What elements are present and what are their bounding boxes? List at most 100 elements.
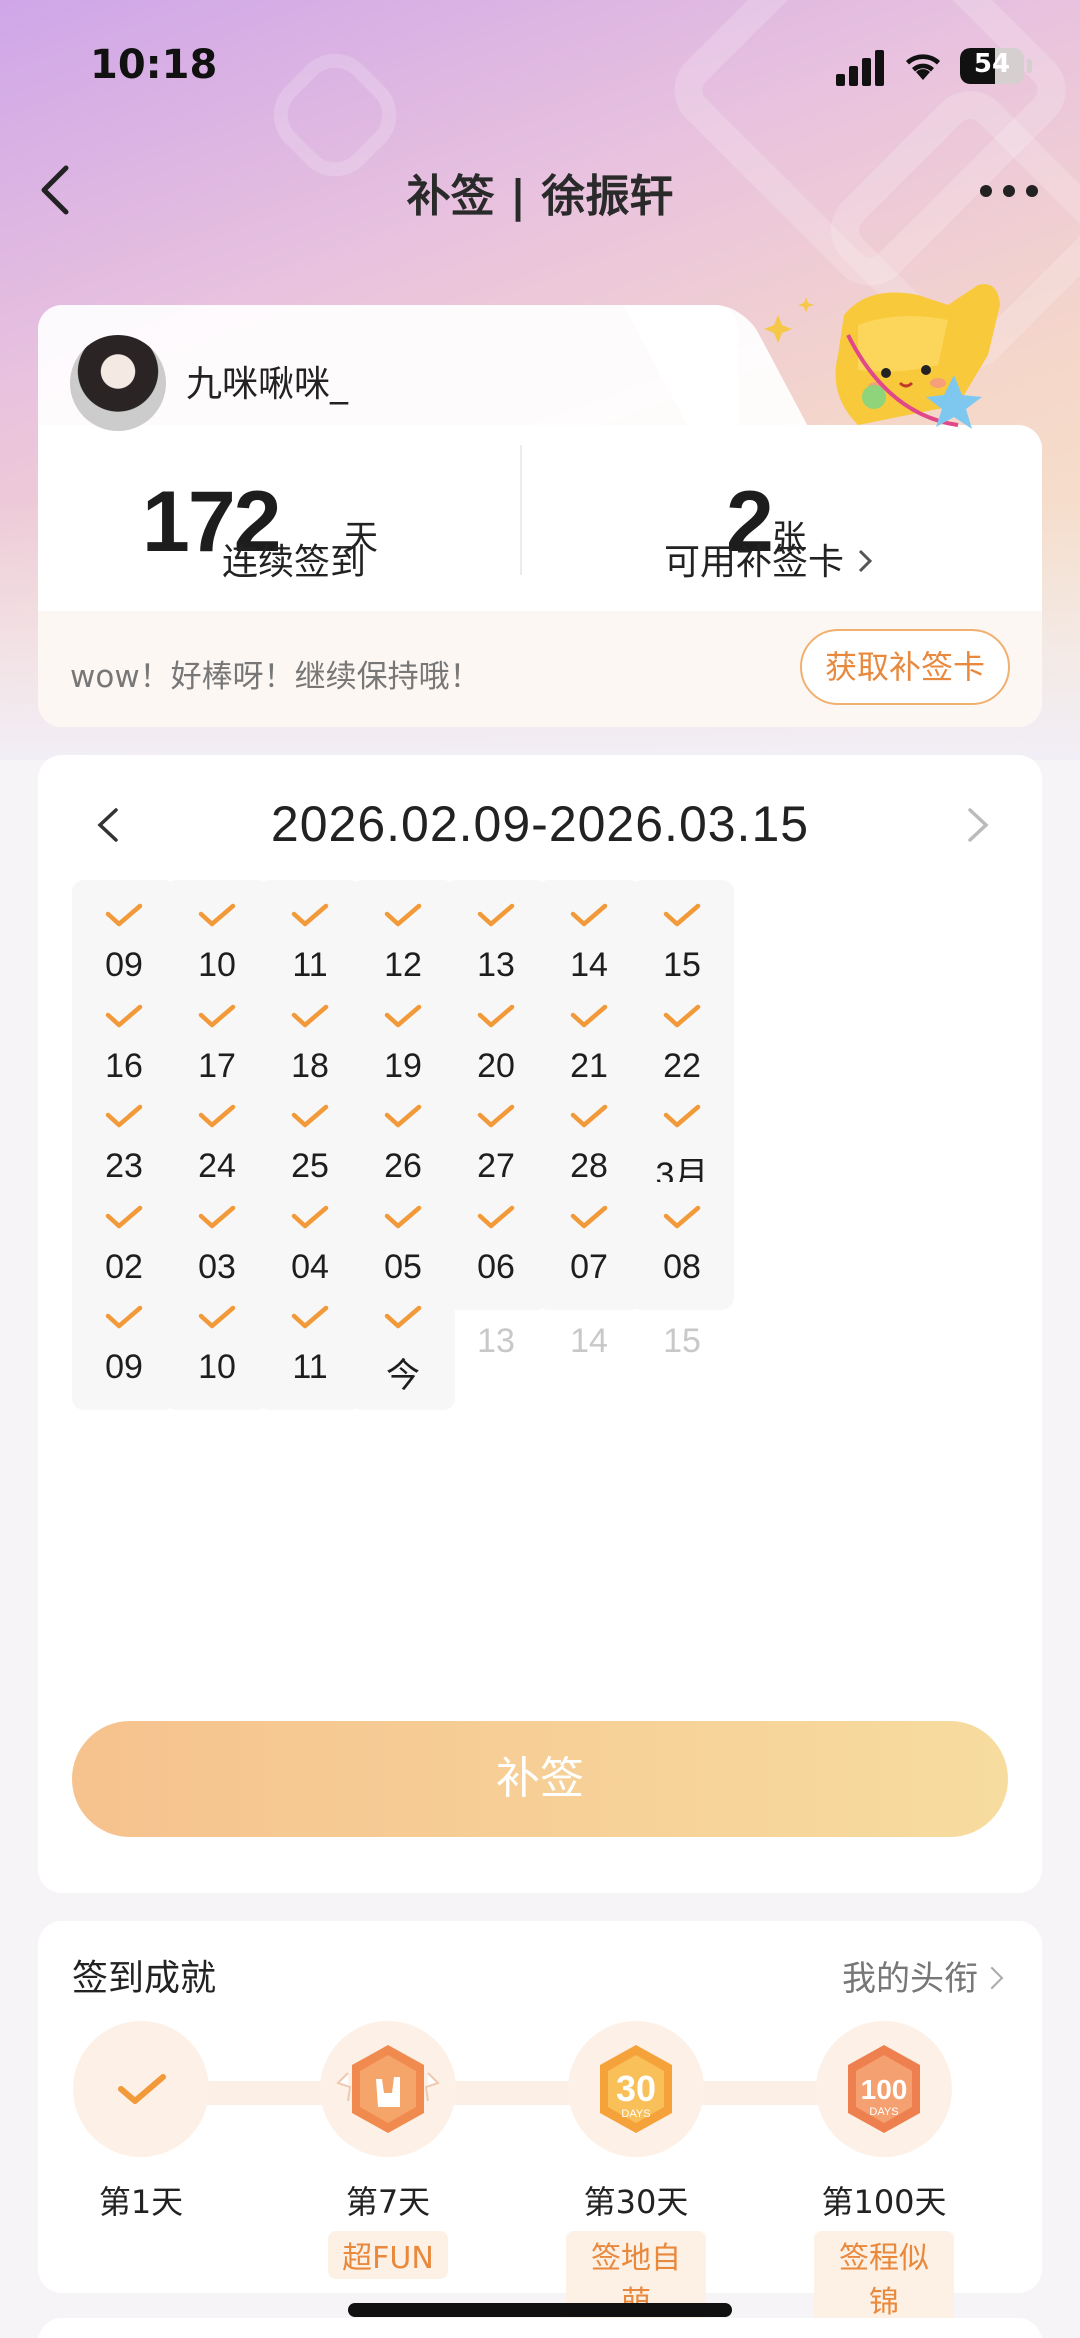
check-icon	[384, 1305, 422, 1329]
achievements-title: 签到成就	[72, 1958, 217, 1999]
achievement-day-7[interactable]: 第7天 超FUN	[318, 2021, 458, 2279]
check-icon	[291, 903, 329, 927]
calendar-day-label: 08	[663, 1247, 701, 1286]
next-week-icon[interactable]	[958, 800, 998, 850]
streak-days-label: 连续签到	[222, 542, 367, 583]
calendar-card: 2026.02.09-2026.03.15 一二三四五六日 0910111213…	[38, 755, 1042, 1893]
check-icon	[105, 1004, 143, 1027]
battery-icon: 54	[960, 48, 1024, 84]
calendar-day-label: 27	[477, 1147, 515, 1185]
check-icon	[198, 903, 236, 927]
calendar-day-label: 11	[292, 1348, 328, 1386]
calendar-day-label: 14	[570, 1322, 608, 1360]
calendar-day-cell[interactable]: 13	[444, 1282, 548, 1410]
calendar-day-label: 23	[105, 1147, 143, 1185]
calendar-day-label: 13	[477, 1322, 515, 1360]
check-icon	[477, 903, 515, 927]
calendar-day-cell[interactable]: 今	[351, 1282, 455, 1410]
check-icon	[105, 1305, 143, 1329]
previous-week-icon[interactable]	[88, 800, 128, 850]
badge-number: 100	[861, 2074, 908, 2105]
profile-card: 九咪啾咪_ 172 天 连续签到 2 张 可用补签卡 wow！好棒呀！继续保持哦…	[38, 284, 1042, 727]
calendar-day-label: 09	[105, 946, 143, 984]
check-icon	[384, 903, 422, 927]
check-icon	[663, 1004, 701, 1027]
calendar-day-label: 20	[477, 1046, 515, 1085]
100-days-badge-icon: 100 DAYS	[848, 2045, 920, 2133]
calendar-day-label: 今	[386, 1357, 420, 1395]
check-icon	[663, 1205, 701, 1228]
page-title: 补签 | 徐振轩	[406, 171, 674, 222]
calendar-day-label: 10	[198, 1348, 236, 1386]
calendar-day-label: 15	[663, 1322, 701, 1360]
check-icon	[477, 1205, 515, 1228]
calendar-day-label: 02	[105, 1247, 143, 1286]
more-options-icon[interactable]	[976, 170, 1042, 210]
badge-caption: DAYS	[621, 2108, 650, 2120]
calendar-day-label: 24	[198, 1147, 236, 1185]
achievement-day-1[interactable]: 第1天	[71, 2021, 211, 2223]
calendar-day-cell[interactable]: 15	[630, 1282, 734, 1410]
calendar-day-label: 26	[384, 1147, 422, 1185]
check-icon	[477, 1004, 515, 1027]
check-icon	[570, 1205, 608, 1228]
profile-card-footer: wow！好棒呀！继续保持哦！ 获取补签卡	[38, 611, 1042, 727]
wifi-icon	[906, 54, 940, 80]
calendar-day-label: 22	[663, 1046, 701, 1085]
battery-percent: 54	[973, 49, 1011, 79]
calendar-day-label: 07	[570, 1247, 608, 1286]
my-titles-link[interactable]: 我的头衔	[842, 1951, 1000, 2000]
check-icon	[663, 1104, 701, 1128]
username: 九咪啾咪_	[186, 364, 349, 405]
get-makeup-card-button[interactable]: 获取补签卡	[800, 629, 1010, 705]
battery-tip	[1027, 59, 1032, 73]
date-range: 2026.02.09-2026.03.15	[270, 796, 810, 852]
encouragement-text: wow！好棒呀！继续保持哦！	[70, 659, 481, 695]
achievement-day-label: 第30天	[583, 2183, 689, 2221]
calendar-day-label: 28	[570, 1147, 608, 1185]
achievement-day-100[interactable]: 100 DAYS 第100天 签程似锦	[814, 2021, 954, 2323]
calendar-day-label: 10	[198, 946, 236, 984]
achievements-card: 签到成就 我的头衔 第1天 第7天 超FUN 30 DAYS 第30天 签地自 …	[38, 1921, 1042, 2323]
check-icon	[291, 1305, 329, 1329]
check-icon	[105, 1104, 143, 1128]
home-indicator[interactable]	[348, 2303, 732, 2317]
status-time: 10:18	[90, 42, 218, 88]
calendar-day-cell[interactable]: 09	[72, 1282, 176, 1410]
calendar-day-cell[interactable]: 11	[258, 1282, 362, 1410]
check-icon	[291, 1004, 329, 1027]
calendar-day-label: 09	[105, 1348, 143, 1386]
makeup-cards-label[interactable]: 可用补签卡	[664, 533, 875, 585]
calendar-day-label: 25	[291, 1147, 329, 1185]
calendar-day-label: 19	[384, 1046, 422, 1085]
calendar-day-label: 03	[198, 1247, 236, 1286]
makeup-cards-label-text: 可用补签卡	[664, 542, 845, 583]
achievement-badge: 100 DAYS	[816, 2021, 952, 2157]
mascot-illustration	[764, 284, 1000, 429]
badge-caption: DAYS	[869, 2106, 898, 2118]
check-icon	[384, 1104, 422, 1128]
avatar[interactable]	[70, 335, 166, 431]
makeup-sign-button[interactable]: 补签	[72, 1721, 1008, 1837]
check-icon	[105, 903, 143, 927]
achievement-day-30[interactable]: 30 DAYS 第30天 签地自萌	[566, 2021, 706, 2323]
calendar-day-label: 13	[477, 946, 515, 984]
check-icon	[384, 1205, 422, 1228]
achievement-day-label: 第7天	[345, 2183, 431, 2221]
check-icon	[291, 1205, 329, 1228]
badge-number: 30	[616, 2068, 656, 2109]
check-icon	[384, 1004, 422, 1027]
check-icon	[570, 1104, 608, 1128]
status-bar: 10:18 54	[0, 0, 1080, 130]
next-card-peek	[38, 2318, 1042, 2338]
calendar-day-label: 16	[105, 1046, 143, 1085]
calendar-day-label: 05	[384, 1247, 422, 1286]
stat-divider	[520, 445, 522, 575]
calendar-day-cell[interactable]: 14	[537, 1282, 641, 1410]
calendar-day-cell[interactable]: 10	[165, 1282, 269, 1410]
rock-hand-badge-icon	[336, 2045, 440, 2133]
back-arrow-icon[interactable]	[28, 160, 88, 220]
check-icon	[105, 1205, 143, 1228]
check-icon	[198, 1004, 236, 1027]
check-icon	[570, 1004, 608, 1027]
